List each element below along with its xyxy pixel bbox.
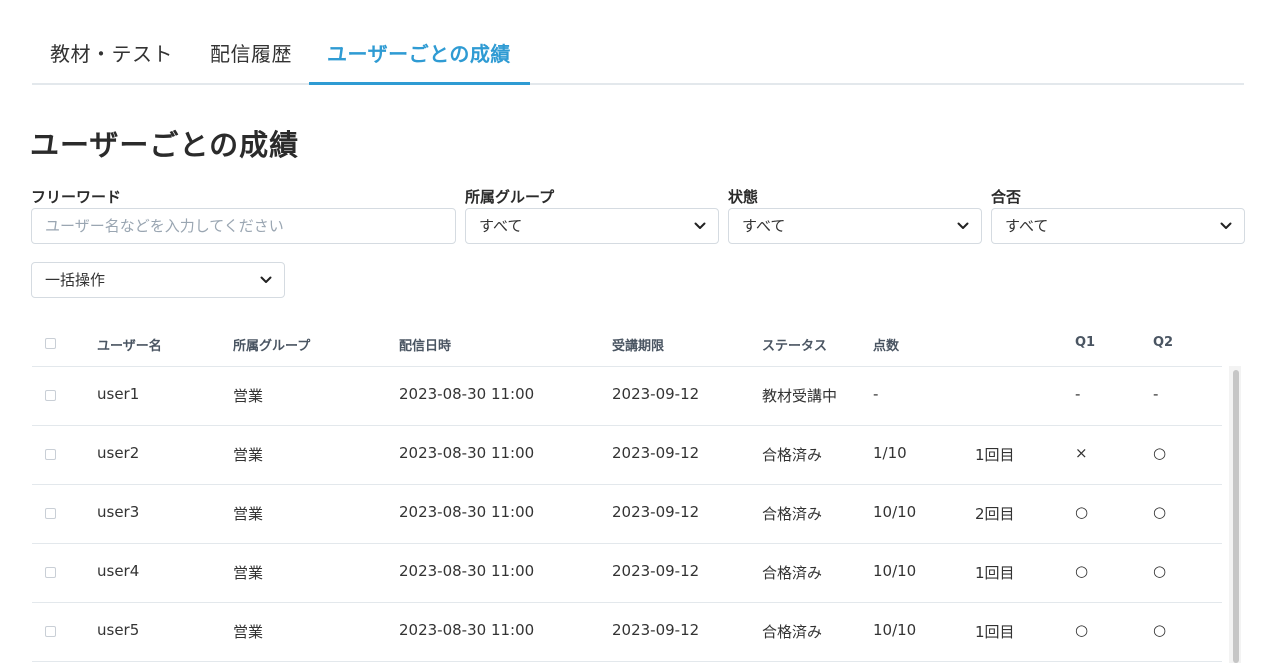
cell-q1: ○ — [1075, 503, 1089, 521]
cell-delivered-at: 2023-08-30 11:00 — [399, 621, 535, 639]
cell-status: 合格済み — [762, 564, 823, 582]
cell-delivered-at: 2023-08-30 11:00 — [399, 562, 535, 580]
cell-q2: ○ — [1153, 621, 1167, 639]
freeword-label: フリーワード — [31, 188, 122, 206]
row-divider — [32, 484, 1222, 485]
cell-q2: ○ — [1153, 503, 1167, 521]
pass-filter-value: すべて — [1005, 217, 1049, 235]
cell-delivered-at: 2023-08-30 11:00 — [399, 385, 535, 403]
cell-attempt: 1回目 — [975, 623, 1015, 641]
cell-delivered-at: 2023-08-30 11:00 — [399, 444, 535, 462]
chevron-down-icon — [694, 222, 706, 229]
cell-q1: ○ — [1075, 621, 1089, 639]
cell-score: 10/10 — [873, 562, 917, 580]
column-header-username[interactable]: ユーザー名 — [97, 335, 162, 354]
cell-deadline: 2023-09-12 — [612, 385, 700, 403]
cell-score: 1/10 — [873, 444, 907, 462]
row-divider — [32, 425, 1222, 426]
select-all-checkbox[interactable] — [45, 338, 56, 349]
status-filter-select[interactable]: すべて — [728, 208, 982, 244]
cell-q2: ○ — [1153, 444, 1167, 462]
cell-username: user4 — [97, 562, 140, 580]
cell-q2: - — [1153, 385, 1159, 403]
cell-group: 営業 — [233, 564, 264, 582]
group-filter-select[interactable]: すべて — [465, 208, 719, 244]
column-header-deadline[interactable]: 受講期限 — [612, 335, 664, 354]
row-checkbox[interactable] — [45, 449, 56, 460]
header-divider — [32, 366, 1222, 367]
column-header-group[interactable]: 所属グループ — [233, 335, 310, 354]
cell-deadline: 2023-09-12 — [612, 621, 700, 639]
cell-status: 合格済み — [762, 623, 823, 641]
cell-q1: - — [1075, 385, 1081, 403]
active-tab-indicator — [309, 82, 530, 85]
chevron-down-icon — [260, 276, 272, 283]
cell-q1: × — [1075, 444, 1088, 462]
row-checkbox[interactable] — [45, 626, 56, 637]
page: 教材・テスト 配信履歴 ユーザーごとの成績 ユーザーごとの成績 フリーワード ユ… — [0, 0, 1280, 663]
bulk-action-value: 一括操作 — [45, 271, 106, 289]
row-checkbox[interactable] — [45, 508, 56, 519]
row-checkbox[interactable] — [45, 567, 56, 578]
cell-group: 営業 — [233, 505, 264, 523]
cell-username: user3 — [97, 503, 140, 521]
tab-materials-tests[interactable]: 教材・テスト — [50, 38, 173, 67]
cell-q2: ○ — [1153, 562, 1167, 580]
pass-filter-label: 合否 — [991, 188, 1022, 206]
scrollbar-thumb[interactable] — [1233, 370, 1239, 663]
cell-group: 営業 — [233, 446, 264, 464]
row-divider — [32, 602, 1222, 603]
freeword-placeholder: ユーザー名などを入力してください — [45, 217, 284, 235]
chevron-down-icon — [1220, 222, 1232, 229]
cell-delivered-at: 2023-08-30 11:00 — [399, 503, 535, 521]
group-filter-value: すべて — [479, 217, 523, 235]
column-header-score[interactable]: 点数 — [873, 335, 899, 354]
bulk-action-select[interactable]: 一括操作 — [31, 262, 285, 298]
cell-group: 営業 — [233, 387, 264, 405]
cell-score: - — [873, 385, 879, 403]
freeword-input[interactable]: ユーザー名などを入力してください — [31, 208, 456, 244]
cell-status: 合格済み — [762, 505, 823, 523]
group-filter-label: 所属グループ — [465, 188, 555, 206]
tab-delivery-history[interactable]: 配信履歴 — [210, 38, 292, 67]
page-title: ユーザーごとの成績 — [30, 128, 300, 162]
row-divider — [32, 543, 1222, 544]
column-header-q1[interactable]: Q1 — [1075, 335, 1095, 350]
status-filter-value: すべて — [742, 217, 786, 235]
cell-deadline: 2023-09-12 — [612, 503, 700, 521]
cell-username: user1 — [97, 385, 140, 403]
chevron-down-icon — [957, 222, 969, 229]
cell-username: user2 — [97, 444, 140, 462]
cell-score: 10/10 — [873, 621, 917, 639]
column-header-status[interactable]: ステータス — [762, 335, 827, 354]
cell-attempt: 1回目 — [975, 446, 1015, 464]
cell-q1: ○ — [1075, 562, 1089, 580]
pass-filter-select[interactable]: すべて — [991, 208, 1245, 244]
cell-deadline: 2023-09-12 — [612, 562, 700, 580]
cell-score: 10/10 — [873, 503, 917, 521]
cell-group: 営業 — [233, 623, 264, 641]
tab-bar: 教材・テスト 配信履歴 ユーザーごとの成績 — [32, 0, 1244, 85]
row-checkbox[interactable] — [45, 390, 56, 401]
row-divider — [32, 661, 1222, 662]
tab-user-grades[interactable]: ユーザーごとの成績 — [327, 38, 511, 67]
status-filter-label: 状態 — [728, 188, 759, 206]
cell-status: 合格済み — [762, 446, 823, 464]
cell-deadline: 2023-09-12 — [612, 444, 700, 462]
column-header-delivered-at[interactable]: 配信日時 — [399, 335, 451, 354]
cell-attempt: 1回目 — [975, 564, 1015, 582]
cell-username: user5 — [97, 621, 140, 639]
cell-status: 教材受講中 — [762, 387, 838, 405]
column-header-q2[interactable]: Q2 — [1153, 335, 1173, 350]
cell-attempt: 2回目 — [975, 505, 1015, 523]
